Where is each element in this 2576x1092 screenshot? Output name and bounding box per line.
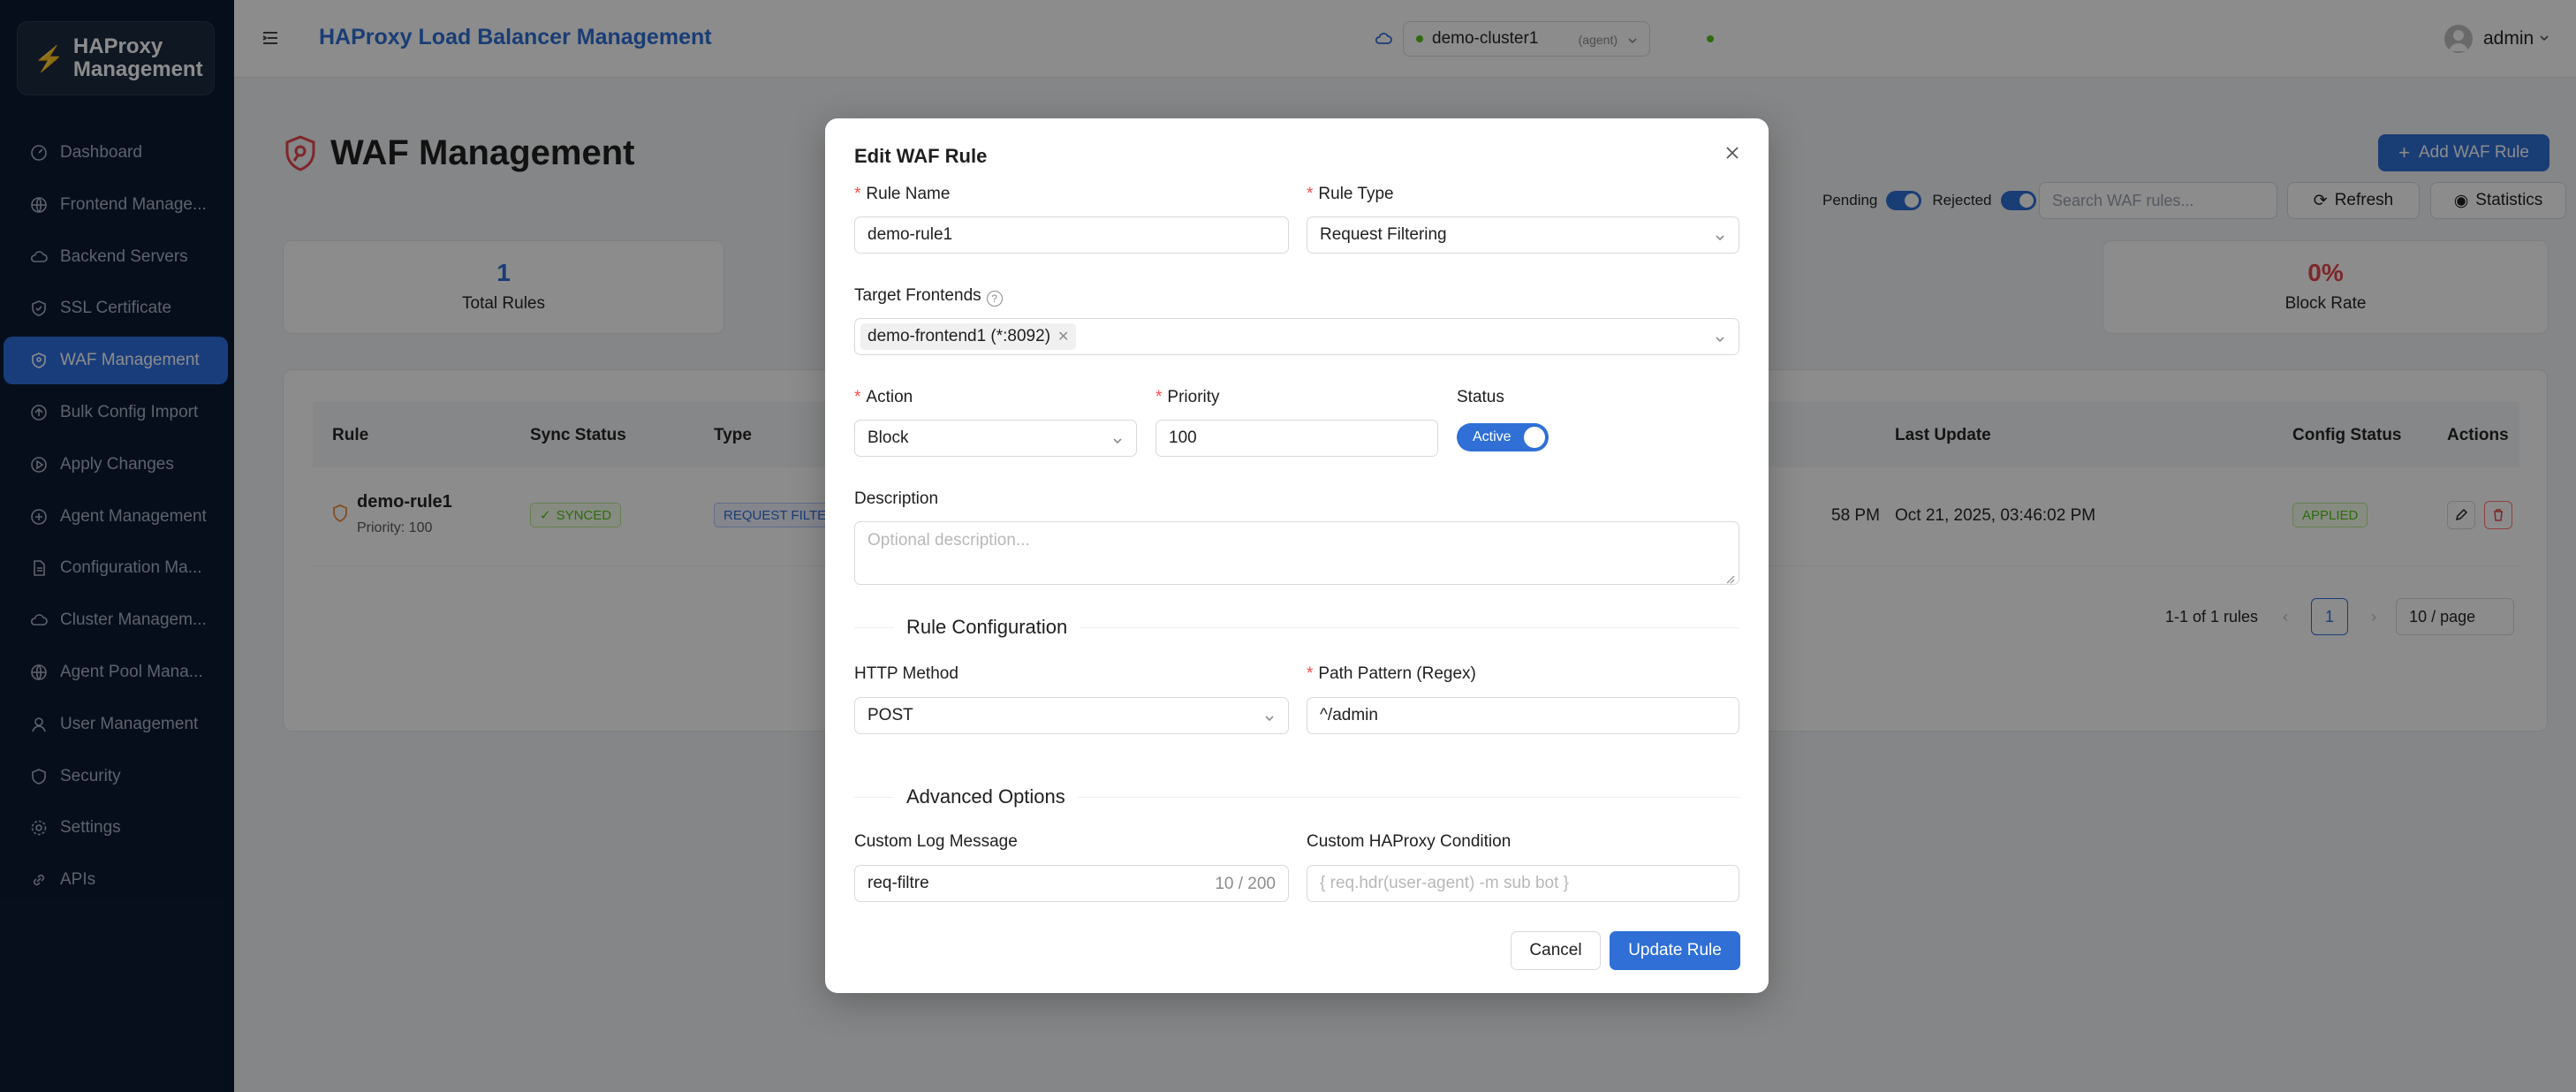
chevron-down-icon (1111, 433, 1124, 452)
advanced-options-heading: Advanced Options (894, 785, 1078, 808)
chevron-down-icon (1263, 710, 1276, 730)
frontend-tag: demo-frontend1 (*:8092) ✕ (860, 323, 1077, 350)
rule-name-label: * Rule Name (854, 185, 951, 203)
http-method-select[interactable]: POST (854, 697, 1289, 734)
custom-haproxy-condition-input[interactable]: { req.hdr(user-agent) -m sub bot } (1307, 865, 1739, 902)
custom-log-message-value: req-filtre (868, 874, 929, 892)
rule-configuration-heading: Rule Configuration (894, 616, 1080, 639)
description-placeholder: Optional description... (868, 531, 1030, 550)
status-label: Status (1457, 388, 1504, 406)
description-label: Description (854, 489, 939, 508)
rule-type-select[interactable]: Request Filtering (1307, 216, 1739, 254)
edit-waf-rule-modal: Edit WAF Rule * Rule Name demo-rule1 * Rul… (825, 118, 1769, 993)
status-toggle[interactable]: Active (1457, 423, 1549, 451)
rule-type-label: * Rule Type (1307, 185, 1394, 203)
close-icon[interactable] (1721, 141, 1744, 164)
status-toggle-text: Active (1473, 429, 1512, 444)
target-frontends-select[interactable]: demo-frontend1 (*:8092) ✕ (854, 318, 1739, 355)
resize-handle-icon[interactable] (1724, 570, 1735, 584)
description-textarea[interactable]: Optional description... (854, 521, 1739, 585)
update-rule-button[interactable]: Update Rule (1610, 931, 1740, 970)
action-label: * Action (854, 388, 913, 406)
path-pattern-label: * Path Pattern (Regex) (1307, 664, 1476, 683)
chevron-down-icon (1714, 331, 1726, 351)
rule-type-value: Request Filtering (1320, 225, 1447, 244)
action-select[interactable]: Block (854, 420, 1137, 457)
haproxy-condition-placeholder: { req.hdr(user-agent) -m sub bot } (1320, 874, 1569, 892)
chevron-down-icon (1714, 230, 1726, 249)
cancel-button[interactable]: Cancel (1511, 931, 1601, 970)
priority-input[interactable]: 100 (1155, 420, 1438, 457)
path-pattern-input[interactable]: ^/admin (1307, 697, 1739, 734)
action-value: Block (868, 428, 909, 447)
custom-haproxy-condition-label: Custom HAProxy Condition (1307, 832, 1512, 851)
rule-name-input[interactable]: demo-rule1 (854, 216, 1289, 254)
frontend-tag-label: demo-frontend1 (*:8092) (868, 327, 1051, 345)
priority-label: * Priority (1155, 388, 1220, 406)
http-method-label: HTTP Method (854, 664, 958, 683)
custom-log-message-input[interactable]: req-filtre 10 / 200 (854, 865, 1289, 902)
character-counter: 10 / 200 (1215, 875, 1276, 893)
modal-title: Edit WAF Rule (854, 145, 988, 167)
toggle-knob (1524, 427, 1545, 448)
http-method-value: POST (868, 706, 913, 724)
question-circle-icon[interactable]: ? (986, 291, 1003, 307)
custom-log-message-label: Custom Log Message (854, 832, 1018, 851)
target-frontends-label: Target Frontends? (854, 286, 1003, 307)
tag-remove-icon[interactable]: ✕ (1057, 328, 1069, 345)
